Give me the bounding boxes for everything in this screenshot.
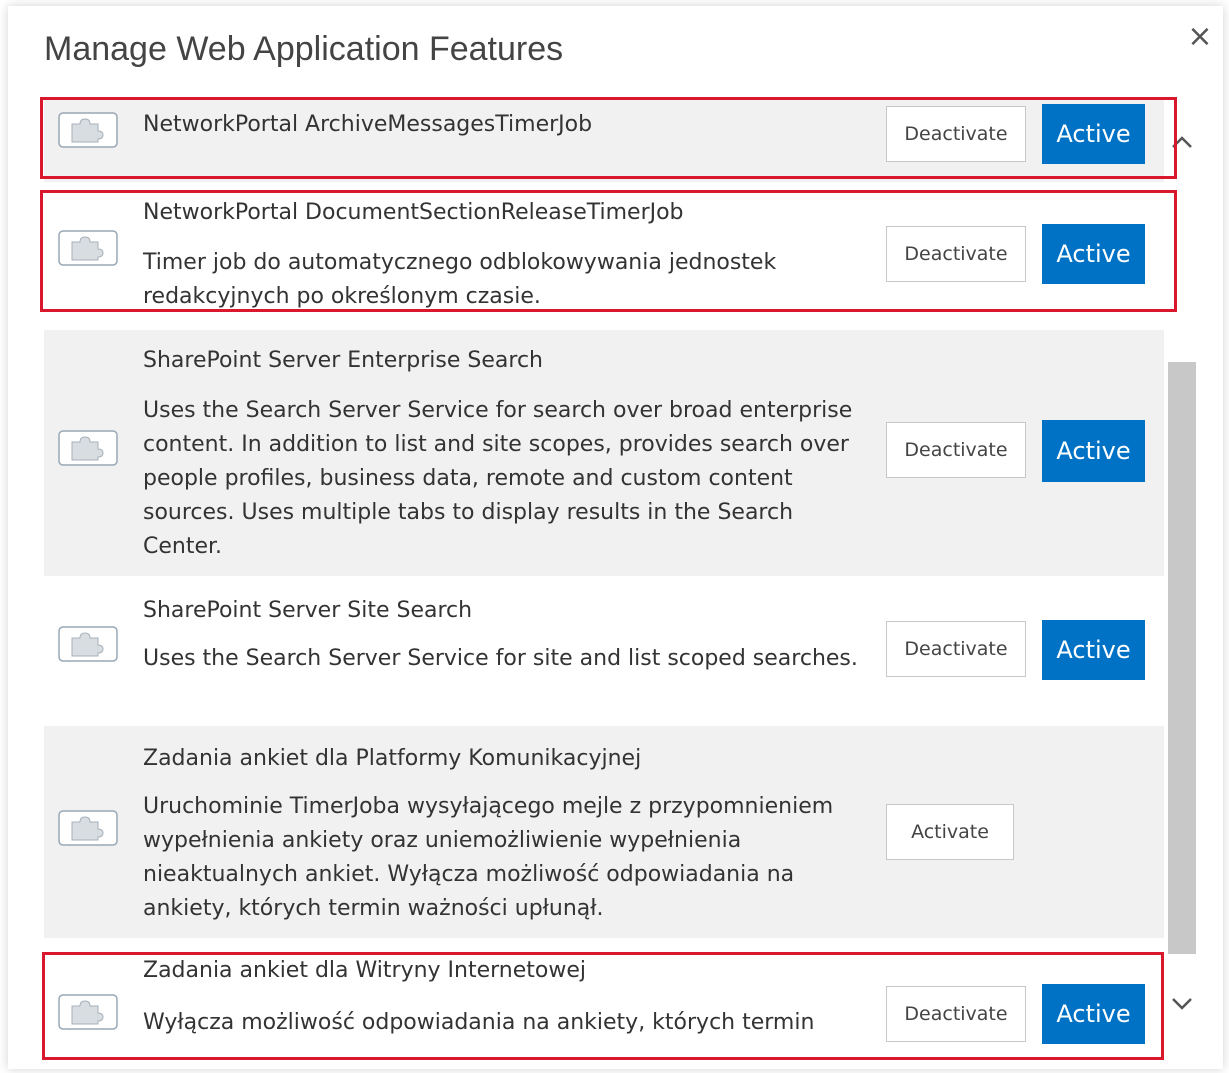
chevron-up-icon[interactable] xyxy=(1168,128,1196,156)
status-badge-active: Active xyxy=(1042,224,1145,284)
deactivate-button[interactable]: Deactivate xyxy=(886,621,1026,677)
feature-description: Timer job do automatycznego odblokowywan… xyxy=(143,250,777,309)
feature-title: NetworkPortal ArchiveMessagesTimerJob xyxy=(143,112,593,137)
feature-title: SharePoint Server Site Search xyxy=(143,598,473,623)
feature-row: SharePoint Server Enterprise Search Uses… xyxy=(44,330,1164,576)
feature-row: SharePoint Server Site Search Uses the S… xyxy=(44,576,1164,726)
features-list: NetworkPortal ArchiveMessagesTimerJob De… xyxy=(44,100,1164,1060)
deactivate-button[interactable]: Deactivate xyxy=(886,986,1026,1042)
feature-row: Zadania ankiet dla Witryny Internetowej … xyxy=(44,938,1164,1060)
dialog-title: Manage Web Application Features xyxy=(44,30,564,68)
feature-puzzle-icon xyxy=(58,810,118,846)
deactivate-button[interactable]: Deactivate xyxy=(886,226,1026,282)
scrollbar-thumb[interactable] xyxy=(1168,362,1196,954)
chevron-down-icon[interactable] xyxy=(1168,990,1196,1018)
status-badge-active: Active xyxy=(1042,984,1145,1044)
status-badge-active: Active xyxy=(1042,620,1145,680)
activate-button[interactable]: Activate xyxy=(886,804,1014,860)
feature-puzzle-icon xyxy=(58,994,118,1030)
feature-description: Uses the Search Server Service for searc… xyxy=(143,398,853,559)
status-badge-active: Active xyxy=(1042,104,1145,164)
feature-description: Uruchominie TimerJoba wysyłającego mejle… xyxy=(143,794,834,921)
feature-puzzle-icon xyxy=(58,430,118,466)
feature-title: NetworkPortal DocumentSectionReleaseTime… xyxy=(143,200,684,225)
feature-puzzle-icon xyxy=(58,112,118,148)
status-badge-active: Active xyxy=(1042,420,1145,482)
feature-row: Zadania ankiet dla Platformy Komunikacyj… xyxy=(44,726,1164,938)
feature-puzzle-icon xyxy=(58,230,118,266)
feature-description: Wyłącza możliwość odpowiadania na ankiet… xyxy=(143,1010,815,1035)
feature-puzzle-icon xyxy=(58,626,118,662)
feature-description: Uses the Search Server Service for site … xyxy=(143,646,858,671)
feature-title: Zadania ankiet dla Witryny Internetowej xyxy=(143,958,586,983)
close-icon[interactable]: × xyxy=(1187,22,1213,52)
feature-row: NetworkPortal ArchiveMessagesTimerJob De… xyxy=(44,100,1164,182)
feature-title: SharePoint Server Enterprise Search xyxy=(143,348,543,373)
deactivate-button[interactable]: Deactivate xyxy=(886,106,1026,162)
feature-title: Zadania ankiet dla Platformy Komunikacyj… xyxy=(143,746,642,771)
deactivate-button[interactable]: Deactivate xyxy=(886,422,1026,478)
